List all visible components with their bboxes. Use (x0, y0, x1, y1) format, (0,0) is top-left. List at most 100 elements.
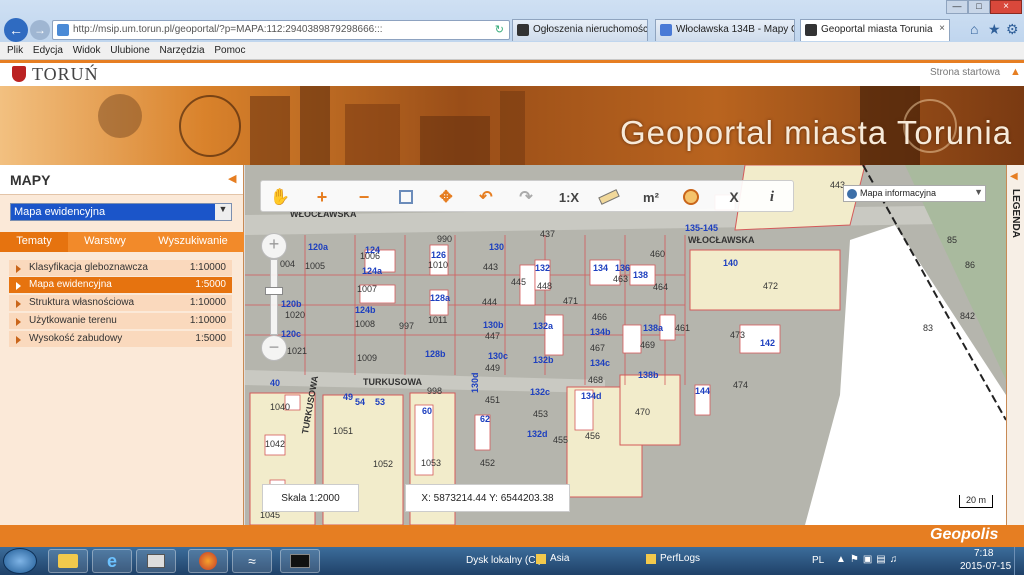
parcel-label: 83 (923, 323, 934, 333)
list-item-uzytkowanie[interactable]: Użytkowanie terenu 1:10000 (9, 313, 232, 329)
coords-display: X: 5873214.44 Y: 6544203.38 (405, 484, 570, 512)
list-item-wysokosc[interactable]: Wysokość zabudowy 1:5000 (9, 331, 232, 347)
ie-icon: e (106, 550, 117, 571)
close-tab-icon[interactable]: × (939, 23, 945, 34)
address-label: 124 (365, 245, 381, 255)
refresh-icon[interactable]: ↻ (495, 23, 504, 36)
parcel-label: 467 (590, 343, 606, 353)
basemap-select[interactable]: Mapa informacyjna ▼ (843, 185, 986, 202)
home-link[interactable]: Strona startowa (930, 67, 1000, 78)
menu-plik[interactable]: Plik (7, 45, 23, 56)
menu-narzedzia[interactable]: Narzędzia (160, 45, 205, 56)
pan-hand-tool[interactable]: ✋ (269, 185, 291, 209)
address-bar[interactable]: http://msip.um.torun.pl/geoportal/?p=MAP… (52, 20, 510, 40)
window-minimize-button[interactable]: — (946, 0, 968, 14)
list-item-struktura[interactable]: Struktura własnościowa 1:10000 (9, 295, 232, 311)
address-label: 130 (489, 242, 505, 252)
start-button[interactable] (3, 548, 37, 574)
city-logo-text: TORUŃ (32, 64, 99, 84)
taskbar-folder-asia[interactable]: Asia (550, 553, 569, 564)
zoom-box-tool[interactable] (395, 185, 417, 209)
window-close-button[interactable]: × (990, 0, 1022, 14)
taskbar-folder-perflogs[interactable]: PerfLogs (660, 553, 700, 564)
ruler-measure-tool[interactable] (597, 185, 621, 209)
tray-icons[interactable]: ▲⚑▣▤♫ (836, 554, 901, 565)
address-label: 132d (527, 429, 548, 439)
zoom-slider-minus-button[interactable]: − (261, 335, 287, 361)
address-label: 130c (488, 351, 509, 361)
tab-favicon-icon (805, 24, 817, 36)
zoom-slider-track[interactable] (270, 259, 278, 335)
list-item-mapa-ewidencyjna[interactable]: Mapa ewidencyjna 1:5000 (9, 277, 232, 293)
address-label: 62 (480, 414, 491, 424)
city-crest-icon (12, 66, 26, 82)
menu-pomoc[interactable]: Pomoc (214, 45, 245, 56)
area-measure-tool[interactable]: m² (637, 185, 665, 209)
window-maximize-button[interactable]: □ (968, 0, 990, 14)
info-tool[interactable]: i (761, 185, 783, 209)
show-desktop-button[interactable] (1014, 547, 1024, 575)
parcel-label: 447 (485, 331, 501, 341)
full-extent-tool[interactable]: ✥ (435, 185, 457, 209)
tab-wyszukiwanie[interactable]: Wyszukiwanie (142, 232, 244, 252)
parcel-label: 85 (947, 235, 958, 245)
taskbar-terminal-button[interactable] (280, 549, 320, 573)
taskbar-ie-button[interactable]: e (92, 549, 132, 573)
parcel-label: 1042 (265, 439, 286, 449)
tab-geoportal[interactable]: Geoportal miasta Torunia × (800, 19, 950, 41)
zoom-out-tool[interactable]: − (353, 185, 375, 209)
scale-display: Skala 1:2000 (262, 484, 359, 512)
menu-edycja[interactable]: Edycja (33, 45, 63, 56)
map-select-dropdown[interactable]: Mapa ewidencyjna ▼ (10, 203, 232, 221)
forward-button[interactable]: → (30, 20, 50, 40)
address-label: 134c (590, 358, 611, 368)
parcel-label: 997 (399, 321, 415, 331)
scale-text: Skala 1:2000 (281, 493, 340, 504)
parcel-label: 468 (588, 375, 604, 385)
clock-date[interactable]: 2015-07-15 (960, 561, 1011, 572)
taskbar-window-button[interactable] (136, 549, 176, 573)
list-item-label: Struktura własnościowa (29, 297, 135, 308)
redo-view-tool[interactable]: ↷ (515, 185, 537, 209)
list-item-klasyfikacja[interactable]: Klasyfikacja gleboznawcza 1:10000 (9, 260, 232, 276)
taskbar-network-button[interactable]: ≈ (232, 549, 272, 573)
sidebar-heading-bar: MAPY ◀ (0, 165, 243, 195)
taskbar-firefox-button[interactable] (188, 549, 228, 573)
zoom-slider[interactable]: + − (261, 233, 287, 361)
parcel-label: 474 (733, 380, 749, 390)
list-item-scale: 1:10000 (189, 297, 226, 308)
tab-warstwy[interactable]: Warstwy (68, 232, 142, 252)
undo-view-tool[interactable]: ↶ (475, 185, 497, 209)
address-label: 60 (422, 406, 433, 416)
menu-widok[interactable]: Widok (73, 45, 101, 56)
search-globe-tool[interactable] (679, 185, 703, 209)
home-icon[interactable]: ⌂ (970, 21, 978, 37)
folder-icon (58, 554, 78, 568)
map-canvas[interactable]: WŁOCŁAWSKA WŁOCŁAWSKA TURKUSOWA TURKUSOW… (245, 165, 1006, 525)
clock-time[interactable]: 7:18 (974, 548, 993, 559)
parcel-label: 1053 (421, 458, 442, 468)
address-label: 128b (425, 349, 446, 359)
sidebar-collapse-icon[interactable]: ◀ (228, 172, 236, 185)
tab-ogloszenia[interactable]: Ogłoszenia nieruchomości (512, 19, 648, 41)
zoom-in-tool[interactable]: + (311, 185, 333, 209)
favorites-star-icon[interactable]: ★ (988, 21, 1001, 38)
taskbar-drive-label[interactable]: Dysk lokalny (C:) (466, 555, 542, 566)
language-indicator[interactable]: PL (812, 555, 824, 566)
taskbar-explorer-button[interactable] (48, 549, 88, 573)
tab-mapy-google[interactable]: Włocławska 134B - Mapy Go... (655, 19, 795, 41)
address-label: 124a (362, 266, 383, 276)
address-label: 54 (355, 397, 366, 407)
clear-tool[interactable]: X (723, 185, 745, 209)
tab-tematy[interactable]: Tematy (0, 232, 68, 252)
parcel-label: 1009 (357, 353, 378, 363)
back-button[interactable]: ← (4, 18, 28, 42)
zoom-slider-plus-button[interactable]: + (261, 233, 287, 259)
scale-tool[interactable]: 1:X (555, 185, 583, 209)
zoom-slider-handle[interactable] (265, 287, 283, 295)
menu-ulubione[interactable]: Ulubione (110, 45, 149, 56)
settings-gear-icon[interactable]: ⚙ (1006, 21, 1019, 38)
legend-panel-toggle[interactable]: ◀ LEGENDA (1006, 165, 1024, 525)
parcel-label: 443 (483, 262, 499, 272)
tab-label: Geoportal miasta Torunia (821, 24, 933, 35)
